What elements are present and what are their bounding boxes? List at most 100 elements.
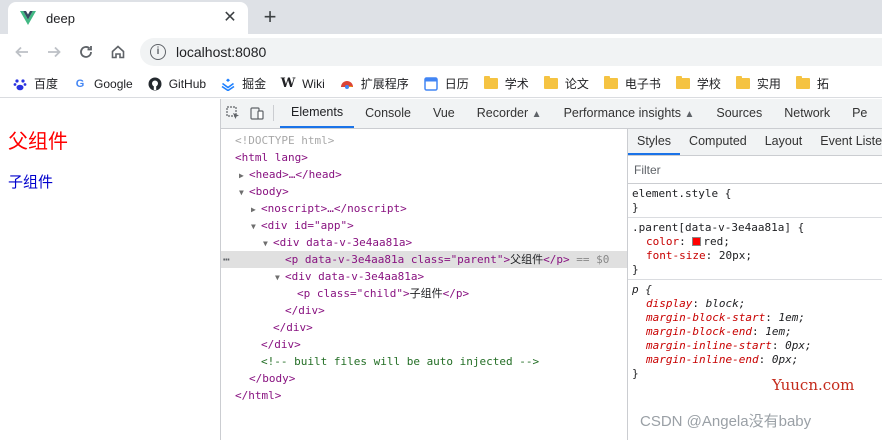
bookmark-label: GitHub [168,76,207,91]
new-tab-button[interactable]: + [258,6,282,28]
bookmark-extensions[interactable]: 扩展程序 [339,75,409,92]
collapse-triangle-icon[interactable]: ▼ [263,235,273,252]
tab-title: deep [46,10,75,26]
dom-node-p-parent-selected[interactable]: ⋯ <p data-v-3e4aa81a class="parent">父组件<… [221,251,627,268]
bookmark-juejin[interactable]: 掘金 [220,75,266,92]
github-icon [147,76,163,92]
selected-node-marker: == $0 [576,253,610,266]
folder-icon [735,76,751,92]
property-name: margin-inline-end [646,353,759,366]
styles-filter-input[interactable]: Filter [628,156,882,184]
reload-icon[interactable] [70,38,102,66]
property-value: 1em; [765,325,792,338]
device-toolbar-icon[interactable] [245,99,269,128]
bookmark-label: 掘金 [242,77,267,91]
dom-node-div-close[interactable]: </div> [221,302,627,319]
child-component-text: 子组件 [8,174,54,191]
site-info-icon[interactable]: i [150,44,166,60]
tab-performance[interactable]: Pe [841,99,878,128]
dom-node-p-child[interactable]: <p class="child">子组件</p> [221,285,627,302]
dom-node-div-scoped[interactable]: ▼ <div data-v-3e4aa81a> [221,234,627,251]
dom-node-div-close[interactable]: </div> [221,319,627,336]
inspect-element-icon[interactable] [221,99,245,128]
rule-close-brace: } [632,201,639,214]
css-property[interactable]: font-size: 20px; [632,249,879,263]
calendar-icon [423,76,439,92]
bookmark-github[interactable]: GitHub [147,76,206,92]
close-tab-icon[interactable]: ✕ [222,10,238,26]
div-scoped-tag: <div data-v-3e4aa81a> [273,236,413,249]
rule-selector: element.style { [632,187,732,200]
bookmark-label: 扩展程序 [360,77,409,91]
p-close-tag: </p> [543,253,570,266]
bookmark-folder-papers[interactable]: 论文 [543,75,589,92]
dom-node-doctype[interactable]: <!DOCTYPE html> [221,132,627,149]
wikipedia-icon: W [280,76,296,91]
tab-computed[interactable]: Computed [680,129,756,155]
tab-elements[interactable]: Elements [280,99,355,128]
bookmarks-bar: 百度 G Google GitHub 掘金 W Wiki 扩展程序 日历 学术 … [0,70,882,98]
css-property[interactable]: color: red; [632,235,879,249]
tab-network[interactable]: Network [773,99,841,128]
back-arrow-icon[interactable] [6,38,38,66]
property-name: display [646,297,693,310]
collapse-triangle-icon[interactable]: ▼ [239,184,249,201]
collapse-triangle-icon[interactable]: ▼ [275,269,285,286]
expand-triangle-icon[interactable]: ▶ [239,167,249,184]
tab-event-listeners[interactable]: Event Listene [811,129,882,155]
html-tag: <html lang> [235,151,308,164]
home-icon[interactable] [102,38,134,66]
bookmark-wiki[interactable]: W Wiki [280,76,325,92]
rule-element-style[interactable]: element.style { } [628,184,882,218]
property-value: 0px; [771,353,799,366]
bookmark-folder-school[interactable]: 学校 [675,75,721,92]
dom-node-div-app[interactable]: ▼ <div id="app"> [221,217,627,234]
bookmark-folder-ebooks[interactable]: 电子书 [603,75,661,92]
property-value: 1em; [778,311,805,324]
property-value: 20px; [718,249,752,262]
dom-node-head[interactable]: ▶ <head>…</head> [221,166,627,183]
tab-console[interactable]: Console [354,99,422,128]
vue-logo-icon [20,11,36,25]
folder-icon [543,76,559,92]
bookmark-google[interactable]: G Google [72,76,133,92]
folder-icon [675,76,691,92]
expand-triangle-icon[interactable]: ▶ [251,201,261,218]
bookmark-folder-useful[interactable]: 实用 [735,75,781,92]
collapse-triangle-icon[interactable]: ▼ [251,218,261,235]
page-viewport: 父组件 子组件 [0,99,220,440]
dom-node-div-close[interactable]: </div> [221,336,627,353]
property-value: red; [703,235,730,248]
rule-parent-scoped[interactable]: .parent[data-v-3e4aa81a] { color: red; f… [628,218,882,280]
bookmark-label: 实用 [756,77,781,91]
extension-icon [339,76,355,92]
bookmark-baidu[interactable]: 百度 [12,75,58,92]
tab-vue[interactable]: Vue [422,99,466,128]
bookmark-folder-more[interactable]: 拓 [795,75,829,92]
address-bar[interactable]: i localhost:8080 [140,38,882,66]
tab-styles[interactable]: Styles [628,129,681,155]
dom-node-html[interactable]: <html lang> [221,149,627,166]
dom-node-body[interactable]: ▼ <body> [221,183,627,200]
dom-node-div-scoped-2[interactable]: ▼ <div data-v-3e4aa81a> [221,268,627,285]
more-options-icon[interactable]: ⋯ [223,251,230,268]
head-tag: <head>…</head> [249,168,342,181]
dom-node-html-close[interactable]: </html> [221,387,627,404]
tab-performance-insights[interactable]: Performance insights ▲ [553,99,706,128]
browser-tab[interactable]: deep ✕ [8,2,248,34]
bookmark-folder-academic[interactable]: 学术 [483,75,529,92]
dom-node-body-close[interactable]: </body> [221,370,627,387]
tab-recorder[interactable]: Recorder ▲ [466,99,553,128]
toolbar-divider [273,105,274,121]
tab-layout[interactable]: Layout [756,129,812,155]
forward-arrow-icon[interactable] [38,38,70,66]
property-name: margin-inline-start [646,339,772,352]
dom-node-comment[interactable]: <!-- built files will be auto injected -… [221,353,627,370]
color-swatch-icon[interactable] [692,237,702,246]
p-child-tag: <p class="child"> [297,287,410,300]
css-property: margin-block-start: 1em; [646,311,805,324]
bookmark-calendar[interactable]: 日历 [423,75,469,92]
dom-node-noscript[interactable]: ▶ <noscript>…</noscript> [221,200,627,217]
tab-sources[interactable]: Sources [705,99,773,128]
rule-user-agent-p[interactable]: p { display: block; margin-block-start: … [628,280,882,383]
